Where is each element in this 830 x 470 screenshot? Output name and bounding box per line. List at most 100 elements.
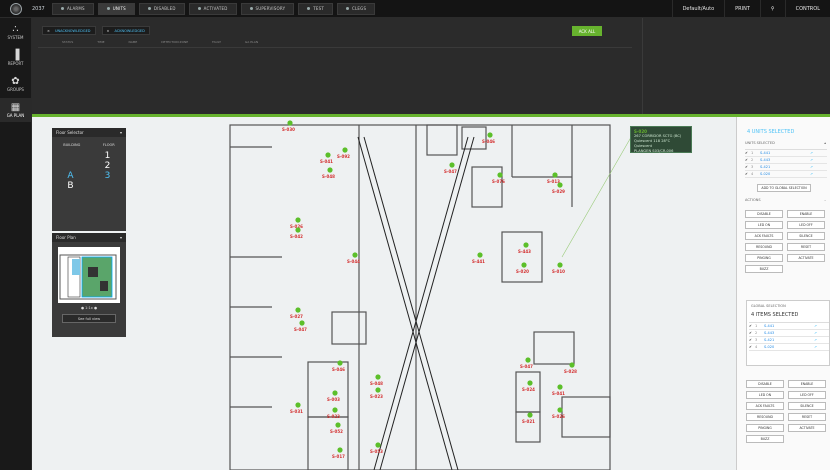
detector-label[interactable]: S-010	[552, 269, 565, 274]
sidebar-item-ga-plan[interactable]: ▦ GA PLAN	[0, 98, 31, 122]
unit-name[interactable]: S-421	[764, 338, 814, 342]
detector-label[interactable]: S-047	[520, 364, 533, 369]
detector-label[interactable]: S-031	[290, 409, 303, 414]
building-cell[interactable]: A	[56, 171, 86, 181]
activate-button[interactable]: ACTIVATE	[788, 424, 826, 432]
locate-icon[interactable]: ↗	[814, 324, 817, 328]
pinging-button[interactable]: PINGING	[746, 424, 784, 432]
enable-button[interactable]: ENABLE	[788, 380, 826, 388]
locate-icon[interactable]: ↗	[814, 338, 817, 342]
detector-label[interactable]: S-076	[492, 179, 505, 184]
column-header[interactable]: STATUS	[38, 40, 73, 47]
led-on-button[interactable]: LED ON	[745, 221, 783, 229]
tab-test[interactable]: TEST	[298, 2, 334, 15]
floor-cell[interactable]: 2	[93, 161, 123, 171]
led-on-button[interactable]: LED ON	[746, 391, 784, 399]
close-icon[interactable]: ×	[107, 29, 110, 33]
collapse-icon[interactable]: ▴	[824, 141, 826, 145]
resound-button[interactable]: RESOUND	[746, 413, 784, 421]
detector-label[interactable]: S-017	[332, 454, 345, 459]
enable-button[interactable]: ENABLE	[787, 210, 825, 218]
detector-point-icon[interactable]	[487, 132, 493, 138]
detector-label[interactable]: S-029	[552, 189, 565, 194]
table-row[interactable]: ✔ 2 S-443 ↗	[745, 157, 827, 164]
detector-point-icon[interactable]	[299, 320, 305, 326]
detector-point-icon[interactable]	[525, 357, 531, 363]
column-header[interactable]: NAME	[104, 40, 137, 47]
detector-point-icon[interactable]	[295, 227, 301, 233]
floor-row[interactable]: 1	[52, 151, 126, 161]
floor-plan-map[interactable]: S-030 S-041 S-092 S-048 S-046 S-047 S-076 S-013…	[32, 117, 736, 470]
buzz-button[interactable]: BUZZ	[746, 435, 784, 443]
search-button[interactable]: ⚲	[759, 0, 785, 18]
disable-button[interactable]: DISABLE	[745, 210, 783, 218]
table-row[interactable]: ✔ 2 S-443 ↗	[749, 330, 829, 337]
tab-activated[interactable]: ACTIVATED	[188, 2, 237, 15]
detector-label[interactable]: S-052	[330, 429, 343, 434]
table-row[interactable]: ✔ 1 S-441 ↗	[749, 323, 829, 330]
tab-disabled[interactable]: DISABLED	[138, 2, 185, 15]
detector-point-icon[interactable]	[527, 380, 533, 386]
minimap[interactable]	[58, 247, 120, 303]
detector-point-icon[interactable]	[325, 152, 331, 158]
detector-label[interactable]: S-042	[290, 234, 303, 239]
detector-label[interactable]: S-441	[472, 259, 485, 264]
detector-point-icon[interactable]	[477, 252, 483, 258]
activate-button[interactable]: ACTIVATE	[787, 254, 825, 262]
reset-button[interactable]: RESET	[787, 243, 825, 251]
app-logo[interactable]	[0, 0, 32, 18]
zoom-indicator[interactable]: ● 1:1x ●	[52, 306, 126, 310]
unit-name[interactable]: S-020	[760, 172, 810, 176]
detector-label[interactable]: S-024	[522, 387, 535, 392]
detector-label[interactable]: S-023	[327, 414, 340, 419]
silence-button[interactable]: SILENCE	[788, 402, 826, 410]
add-global-button[interactable]: ADD TO GLOBAL SELECTION	[757, 184, 811, 192]
detector-point-icon[interactable]	[521, 262, 527, 268]
locate-icon[interactable]: ↗	[810, 172, 813, 176]
buzz-button[interactable]: BUZZ	[745, 265, 783, 273]
sidebar-item-system[interactable]: ∴ SYSTEM	[0, 20, 31, 44]
detector-point-icon[interactable]	[557, 182, 563, 188]
detector-point-icon[interactable]	[557, 384, 563, 390]
detector-label[interactable]: S-047	[444, 169, 457, 174]
detector-label[interactable]: S-053	[370, 449, 383, 454]
detector-label[interactable]: S-027	[290, 314, 303, 319]
detector-label[interactable]: S-021	[522, 419, 535, 424]
floor-selector-header[interactable]: Floor Selector ▾	[52, 128, 126, 137]
building-cell[interactable]	[56, 161, 86, 171]
resound-button[interactable]: RESOUND	[745, 243, 783, 251]
unit-name[interactable]: S-020	[764, 345, 814, 349]
print-button[interactable]: PRINT	[724, 0, 760, 18]
detector-label[interactable]: S-048	[322, 174, 335, 179]
ack-faults-button[interactable]: ACK FAULTS	[745, 232, 783, 240]
detector-point-icon[interactable]	[337, 447, 343, 453]
detector-point-icon[interactable]	[327, 167, 333, 173]
detector-point-icon[interactable]	[569, 362, 575, 368]
sidebar-item-groups[interactable]: ✿ GROUPS	[0, 72, 31, 96]
tab-units[interactable]: UNITS	[97, 2, 135, 15]
floor-plan-header[interactable]: Floor Plan ▾	[52, 233, 126, 242]
locate-icon[interactable]: ↗	[814, 331, 817, 335]
floor-row[interactable]: 2	[52, 161, 126, 171]
column-header[interactable]: GA PLAN	[221, 40, 258, 47]
detector-label[interactable]: S-041	[552, 391, 565, 396]
detector-point-icon[interactable]	[375, 387, 381, 393]
floor-row[interactable]: A3	[52, 171, 126, 181]
detector-label[interactable]: S-046	[482, 139, 495, 144]
tab-supervisory[interactable]: SUPERVISORY	[240, 2, 295, 15]
unit-name[interactable]: S-441	[764, 324, 814, 328]
detector-point-icon[interactable]	[375, 374, 381, 380]
detector-point-icon[interactable]	[557, 407, 563, 413]
locate-icon[interactable]: ↗	[810, 158, 813, 162]
detector-point-icon[interactable]	[375, 442, 381, 448]
column-header[interactable]: DETECTION ZONE	[137, 40, 188, 47]
unit-name[interactable]: S-443	[764, 331, 814, 335]
detector-point-icon[interactable]	[527, 412, 533, 418]
floor-cell[interactable]: 3	[93, 171, 123, 181]
detector-label[interactable]: S-047	[294, 327, 307, 332]
collapse-icon[interactable]: ▾	[120, 235, 122, 240]
detector-label[interactable]: S-026	[552, 414, 565, 419]
close-icon[interactable]: ×	[47, 29, 50, 33]
detector-label[interactable]: S-046	[332, 367, 345, 372]
tab-clegs[interactable]: CLEGS	[337, 2, 376, 15]
